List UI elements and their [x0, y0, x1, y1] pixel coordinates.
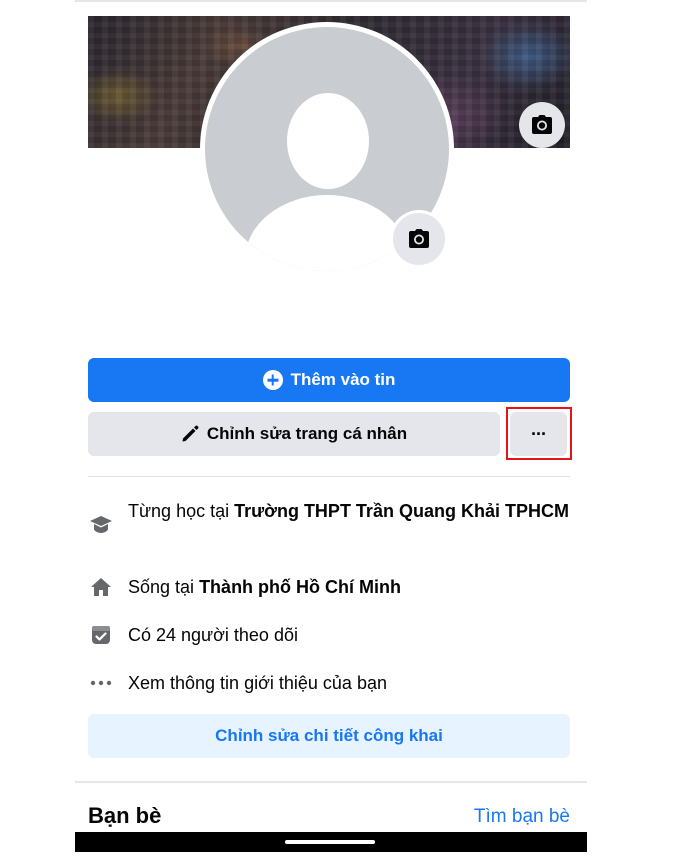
education-place[interactable]: Trường THPT Trần Quang Khải TPHCM	[234, 501, 569, 521]
lives-prefix: Sống tại	[128, 577, 200, 597]
avatar-camera-button[interactable]	[393, 213, 445, 265]
section-divider	[88, 476, 570, 477]
lives-text: Sống tại Thành phố Hồ Chí Minh	[128, 574, 401, 600]
camera-icon	[409, 229, 429, 248]
profile-screen: Thêm vào tin Chỉnh sửa trang cá nhân ···…	[75, 0, 587, 861]
lives-place[interactable]: Thành phố Hồ Chí Minh	[199, 577, 401, 597]
edit-profile-label: Chỉnh sửa trang cá nhân	[206, 424, 408, 443]
add-story-button[interactable]: Thêm vào tin	[88, 358, 570, 402]
avatar-body-silhouette	[245, 195, 409, 271]
find-friends-link[interactable]: Tìm bạn bè	[474, 806, 570, 828]
graduation-cap-icon	[88, 512, 114, 538]
cover-camera-button[interactable]	[519, 102, 565, 148]
more-dots-icon: ···	[510, 412, 567, 456]
info-followers[interactable]: Có 24 người theo dõi	[88, 622, 570, 648]
edit-public-details-label: Chỉnh sửa chi tiết công khai	[215, 726, 443, 745]
avatar-head-silhouette	[287, 93, 369, 189]
education-prefix: Từng học tại	[128, 501, 235, 521]
friends-title: Bạn bè	[88, 803, 162, 828]
plus-circle-icon	[262, 370, 283, 390]
camera-icon	[532, 115, 552, 134]
pencil-icon	[182, 425, 199, 442]
info-education: Từng học tại Trường THPT Trần Quang Khải…	[88, 498, 570, 538]
followers-icon	[88, 622, 114, 648]
add-story-label: Thêm vào tin	[290, 370, 396, 389]
info-see-about[interactable]: Xem thông tin giới thiệu của bạn	[88, 670, 570, 696]
more-dots-icon	[88, 670, 114, 696]
home-indicator[interactable]	[285, 840, 375, 844]
edit-profile-button[interactable]: Chỉnh sửa trang cá nhân	[88, 412, 500, 456]
friends-section-divider	[75, 781, 587, 783]
more-options-button[interactable]: ···	[507, 408, 570, 458]
edit-public-details-button[interactable]: Chỉnh sửa chi tiết công khai	[88, 714, 570, 758]
info-lives-in: Sống tại Thành phố Hồ Chí Minh	[88, 574, 570, 600]
home-icon	[88, 574, 114, 600]
education-text: Từng học tại Trường THPT Trần Quang Khải…	[128, 498, 569, 524]
see-about-text: Xem thông tin giới thiệu của bạn	[128, 673, 387, 693]
followers-text: Có 24 người theo dõi	[128, 625, 298, 645]
top-divider	[75, 0, 587, 2]
